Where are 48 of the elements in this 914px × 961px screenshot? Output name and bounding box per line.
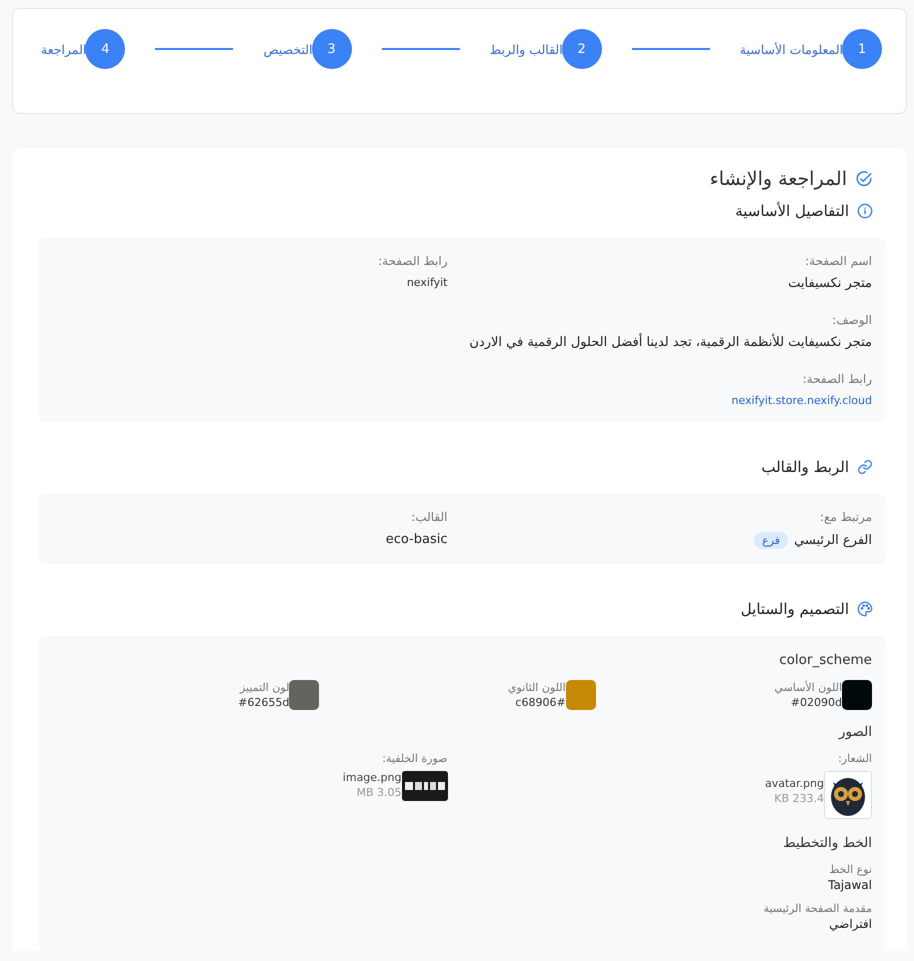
field-value: Tajawal xyxy=(827,878,872,892)
step-label[interactable]: المعلومات الأساسية xyxy=(740,42,843,56)
field-label: صورة الخلفية: xyxy=(381,752,448,765)
field-value: افتراضي xyxy=(828,917,872,931)
section-heading: التصميم والستايل xyxy=(740,600,849,618)
subsection-heading: color_scheme xyxy=(778,652,872,668)
field-value: nexifyit xyxy=(406,276,448,289)
color-label: اللون الثانوي xyxy=(508,681,566,694)
step-number[interactable]: 3 xyxy=(312,29,352,69)
page-title: المراجعة والإنشاء xyxy=(710,168,847,190)
field-value: الفرع الرئيسي xyxy=(794,533,872,548)
step-label[interactable]: القالب والربط xyxy=(490,42,563,56)
field-label: الوصف: xyxy=(831,313,872,327)
palette-icon xyxy=(857,601,873,617)
step-label[interactable]: المراجعة xyxy=(41,42,86,56)
file-name: image.png xyxy=(342,771,402,784)
page-link[interactable]: nexifyit.store.nexify.cloud xyxy=(53,394,872,407)
color-value: #c68906 xyxy=(514,696,566,709)
link-icon xyxy=(857,459,873,475)
color-value: #62655d xyxy=(238,696,290,709)
field-label: مرتبط مع: xyxy=(818,510,872,524)
field-label: القالب: xyxy=(410,510,448,524)
field-label: مقدمة الصفحة الرئيسية xyxy=(762,902,872,915)
color-value: #02090d xyxy=(790,696,842,709)
field-value: متجر نكسيفايت xyxy=(787,276,872,291)
info-icon xyxy=(857,203,873,219)
file-size: 3.05 MB xyxy=(355,786,402,799)
file-name: avatar.png xyxy=(765,777,824,790)
step-number[interactable]: 1 xyxy=(842,29,882,69)
field-label: نوع الخط xyxy=(828,863,872,876)
field-label: رابط الصفحة: xyxy=(377,254,448,268)
subsection-heading: الخط والتخطيط xyxy=(782,835,872,851)
step-label[interactable]: التخصيص xyxy=(263,42,313,56)
tag: فرع xyxy=(754,532,788,549)
section-heading: الربط والقالب xyxy=(761,458,849,476)
color-label: اللون الأساسي xyxy=(774,681,842,694)
step-number[interactable]: 2 xyxy=(562,29,602,69)
field-value: eco-basic xyxy=(386,532,448,547)
subsection-heading: الصور xyxy=(837,724,872,740)
field-value: متجر نكسيفايت للأنظمة الرقمية، تجد لدينا أفضل الحلول الرقمية في الاردن xyxy=(468,335,872,350)
field-label: الشعار: xyxy=(837,752,872,765)
field-label: رابط الصفحة: xyxy=(802,372,872,386)
color-label: لون التمييز xyxy=(238,681,290,694)
field-label: اسم الصفحة: xyxy=(804,254,872,268)
file-size: 233.4 KB xyxy=(773,792,824,805)
check-circle-icon xyxy=(855,170,873,188)
section-heading: التفاصيل الأساسية xyxy=(735,202,849,220)
step-number[interactable]: 4 xyxy=(85,29,126,69)
